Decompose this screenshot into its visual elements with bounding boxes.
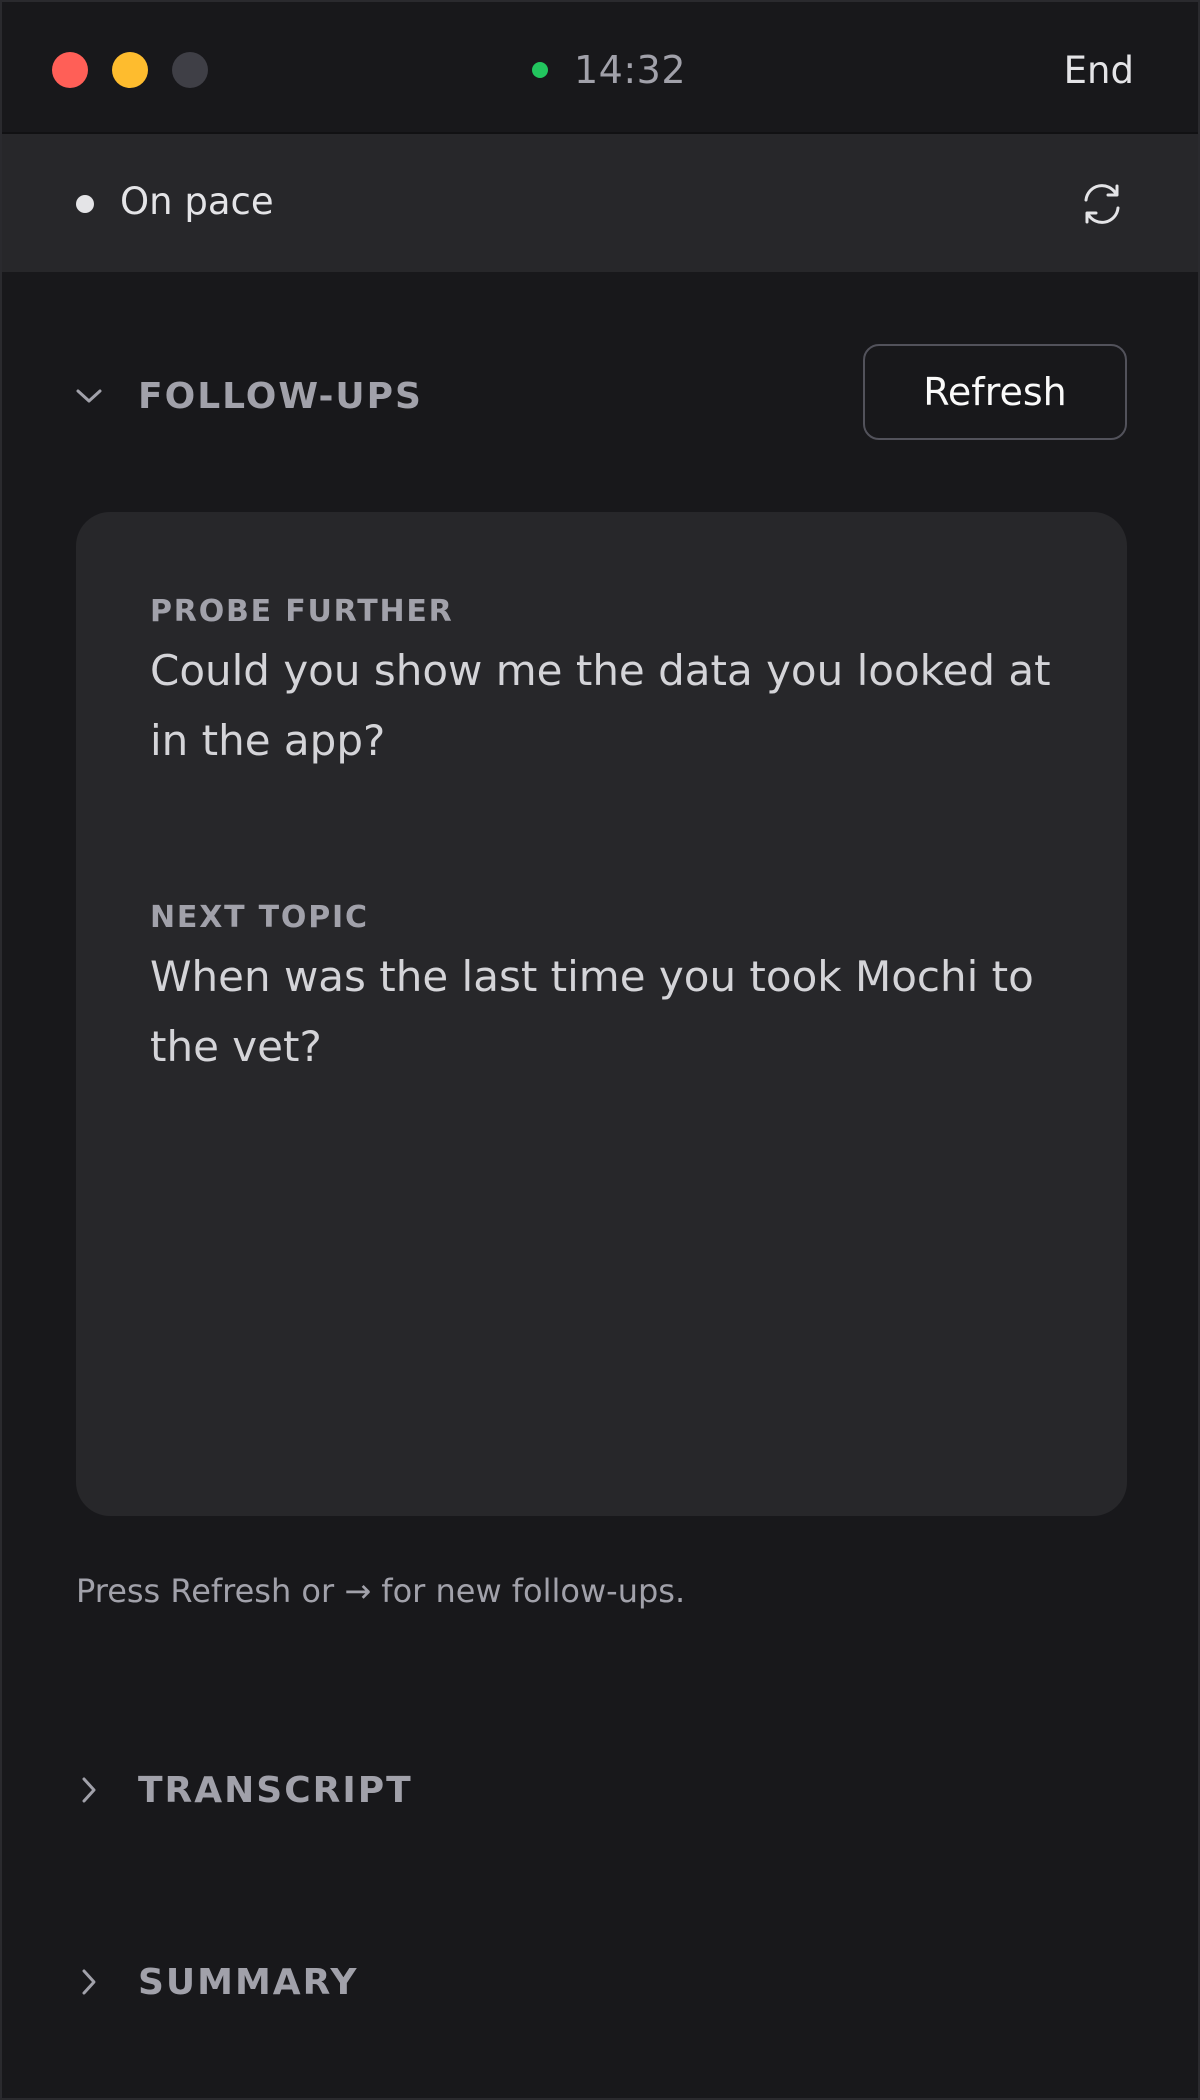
session-timer: 14:32 xyxy=(532,46,686,94)
transcript-title: TRANSCRIPT xyxy=(138,1769,413,1811)
minimize-window-button[interactable] xyxy=(112,52,148,88)
transcript-section-toggle[interactable]: TRANSCRIPT xyxy=(72,1760,413,1820)
pace-status-label: On pace xyxy=(120,180,274,223)
app-window: 14:32 End On pace FOLLOW-UPS Refresh PRO… xyxy=(0,0,1200,2100)
followups-hint: Press Refresh or → for new follow-ups. xyxy=(76,1572,686,1610)
close-window-button[interactable] xyxy=(52,52,88,88)
summary-title: SUMMARY xyxy=(138,1961,359,2003)
followup-question: When was the last time you took Mochi to… xyxy=(150,952,1034,1071)
chevron-down-icon xyxy=(72,379,106,413)
pace-status-dot-icon xyxy=(76,195,94,213)
recording-indicator-icon xyxy=(532,62,548,78)
timer-text: 14:32 xyxy=(574,48,687,92)
end-session-button[interactable]: End xyxy=(1064,46,1134,94)
followups-title: FOLLOW-UPS xyxy=(138,375,423,417)
followup-label: PROBE FURTHER xyxy=(150,594,454,629)
followup-label: NEXT TOPIC xyxy=(150,900,369,935)
chevron-right-icon xyxy=(72,1773,106,1807)
refresh-followups-button[interactable]: Refresh xyxy=(863,344,1127,440)
followups-card: PROBE FURTHER Could you show me the data… xyxy=(76,512,1127,1516)
status-bar: On pace xyxy=(2,134,1198,272)
followup-question: Could you show me the data you looked at… xyxy=(150,646,1051,765)
refresh-cycle-icon[interactable] xyxy=(1080,182,1124,226)
title-bar: 14:32 End xyxy=(2,2,1198,134)
summary-section-toggle[interactable]: SUMMARY xyxy=(72,1952,359,2012)
chevron-right-icon xyxy=(72,1965,106,1999)
followups-section-toggle[interactable]: FOLLOW-UPS xyxy=(72,366,423,426)
maximize-window-button[interactable] xyxy=(172,52,208,88)
